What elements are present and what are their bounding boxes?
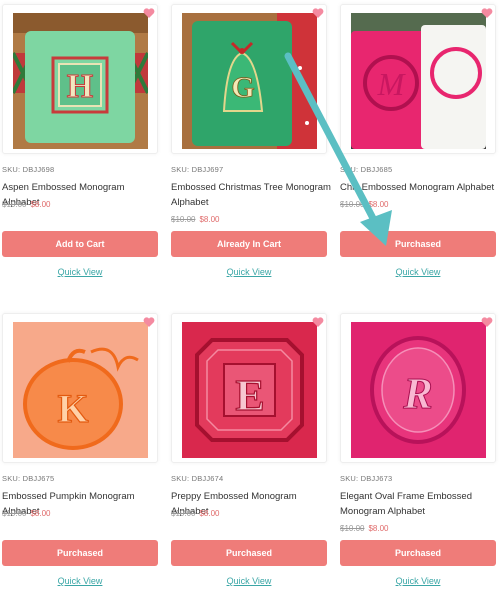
product-card: E SKU: DBJJ674 Preppy Embossed Monogram … [171,313,327,593]
heart-icon[interactable] [481,316,493,328]
product-grid: H SKU: DBJJ698 Aspen Embossed Monogram A… [0,0,500,593]
svg-text:H: H [67,68,93,105]
heart-icon[interactable] [312,316,324,328]
product-image[interactable]: H [13,13,148,149]
svg-text:M: M [377,66,407,102]
product-title[interactable]: Embossed Christmas Tree Monogram Alphabe… [171,180,331,210]
product-price: $10.00 $8.00 [2,509,51,518]
product-title[interactable]: Elegant Oval Frame Embossed Monogram Alp… [340,489,500,519]
sale-price: $8.00 [368,200,389,209]
product-title[interactable]: Chic Embossed Monogram Alphabet [340,180,500,195]
product-image-frame[interactable]: H [2,4,158,154]
product-image-frame[interactable]: G [171,4,327,154]
original-price: $10.00 [2,200,27,209]
sale-price: $8.00 [199,215,220,224]
product-sku: SKU: DBJJ674 [171,474,224,483]
product-sku: SKU: DBJJ697 [171,165,224,174]
product-card: G SKU: DBJJ697 Embossed Christmas Tree M… [171,4,331,284]
product-sku: SKU: DBJJ675 [2,474,55,483]
purchased-button[interactable]: Purchased [171,540,327,566]
product-image[interactable]: R [351,322,486,458]
product-image-frame[interactable]: R [340,313,496,463]
original-price: $10.00 [171,215,196,224]
quick-view-link[interactable]: Quick View [2,267,158,277]
purchased-button[interactable]: Purchased [2,540,158,566]
original-price: $10.00 [2,509,27,518]
product-image-frame[interactable]: M [340,4,496,154]
product-price: $10.00 $8.00 [2,200,51,209]
svg-text:K: K [57,386,88,431]
product-sku: SKU: DBJJ685 [340,165,393,174]
sale-price: $8.00 [30,509,51,518]
quick-view-link[interactable]: Quick View [340,576,496,586]
quick-view-link[interactable]: Quick View [340,267,496,277]
product-image[interactable]: E [182,322,317,458]
product-image[interactable]: M [351,13,486,149]
sale-price: $8.00 [30,200,51,209]
already-in-cart-button[interactable]: Already In Cart [171,231,327,257]
quick-view-link[interactable]: Quick View [2,576,158,586]
product-price: $10.00 $8.00 [171,215,220,224]
original-price: $10.00 [171,509,196,518]
heart-icon[interactable] [143,7,155,19]
sale-price: $8.00 [199,509,220,518]
add-to-cart-button[interactable]: Add to Cart [2,231,158,257]
product-image-frame[interactable]: K [2,313,158,463]
svg-text:G: G [231,71,254,104]
purchased-button[interactable]: Purchased [340,231,496,257]
product-card: R SKU: DBJJ673 Elegant Oval Frame Emboss… [340,313,496,593]
product-card: H SKU: DBJJ698 Aspen Embossed Monogram A… [2,4,158,284]
product-image-frame[interactable]: E [171,313,327,463]
product-sku: SKU: DBJJ673 [340,474,393,483]
product-card: K SKU: DBJJ675 Embossed Pumpkin Monogram… [2,313,158,593]
original-price: $10.00 [340,200,365,209]
heart-icon[interactable] [143,316,155,328]
product-card: M SKU: DBJJ685 Chic Embossed Monogram Al… [340,4,496,284]
product-price: $10.00 $8.00 [171,509,220,518]
product-image[interactable]: G [182,13,317,149]
quick-view-link[interactable]: Quick View [171,576,327,586]
sale-price: $8.00 [368,524,389,533]
heart-icon[interactable] [481,7,493,19]
heart-icon[interactable] [312,7,324,19]
product-sku: SKU: DBJJ698 [2,165,55,174]
purchased-button[interactable]: Purchased [340,540,496,566]
product-price: $10.00 $8.00 [340,524,389,533]
product-image[interactable]: K [13,322,148,458]
svg-text:E: E [235,371,264,420]
original-price: $10.00 [340,524,365,533]
quick-view-link[interactable]: Quick View [171,267,327,277]
product-price: $10.00 $8.00 [340,200,389,209]
svg-text:R: R [402,369,432,418]
